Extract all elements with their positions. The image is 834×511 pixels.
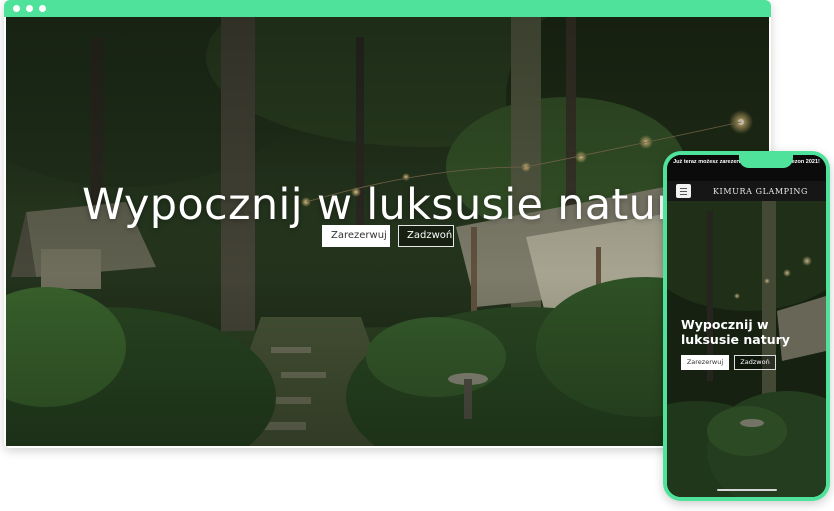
mobile-phone-mockup: Już teraz możesz zarezerwować namioty na… xyxy=(663,151,830,501)
mobile-call-button[interactable]: Zadzwoń xyxy=(734,355,776,370)
hamburger-icon[interactable] xyxy=(676,184,691,198)
book-button[interactable]: Zarezerwuj xyxy=(322,225,390,247)
desktop-browser-mockup: Wypocznij w luksusie natury Zarezerwuj Z… xyxy=(4,0,771,448)
desktop-hero: Wypocznij w luksusie natury Zarezerwuj Z… xyxy=(6,17,769,446)
window-dot-icon xyxy=(13,5,20,12)
phone-notch xyxy=(739,155,793,168)
call-button[interactable]: Zadzwoń xyxy=(398,225,454,247)
home-indicator xyxy=(717,489,777,491)
mobile-screen: Już teraz możesz zarezerwować namioty na… xyxy=(667,155,826,497)
mobile-book-button[interactable]: Zarezerwuj xyxy=(681,355,729,370)
window-dot-icon xyxy=(39,5,46,12)
brand-logo[interactable]: KIMURA GLAMPING xyxy=(695,187,826,196)
mobile-hero-title: Wypocznij w luksusie natury xyxy=(681,317,790,347)
window-dot-icon xyxy=(26,5,33,12)
forest-background-image xyxy=(667,201,826,497)
browser-title-bar xyxy=(4,0,771,17)
mobile-navbar: KIMURA GLAMPING xyxy=(667,181,826,201)
hero-title: Wypocznij w luksusie natury xyxy=(82,180,700,230)
